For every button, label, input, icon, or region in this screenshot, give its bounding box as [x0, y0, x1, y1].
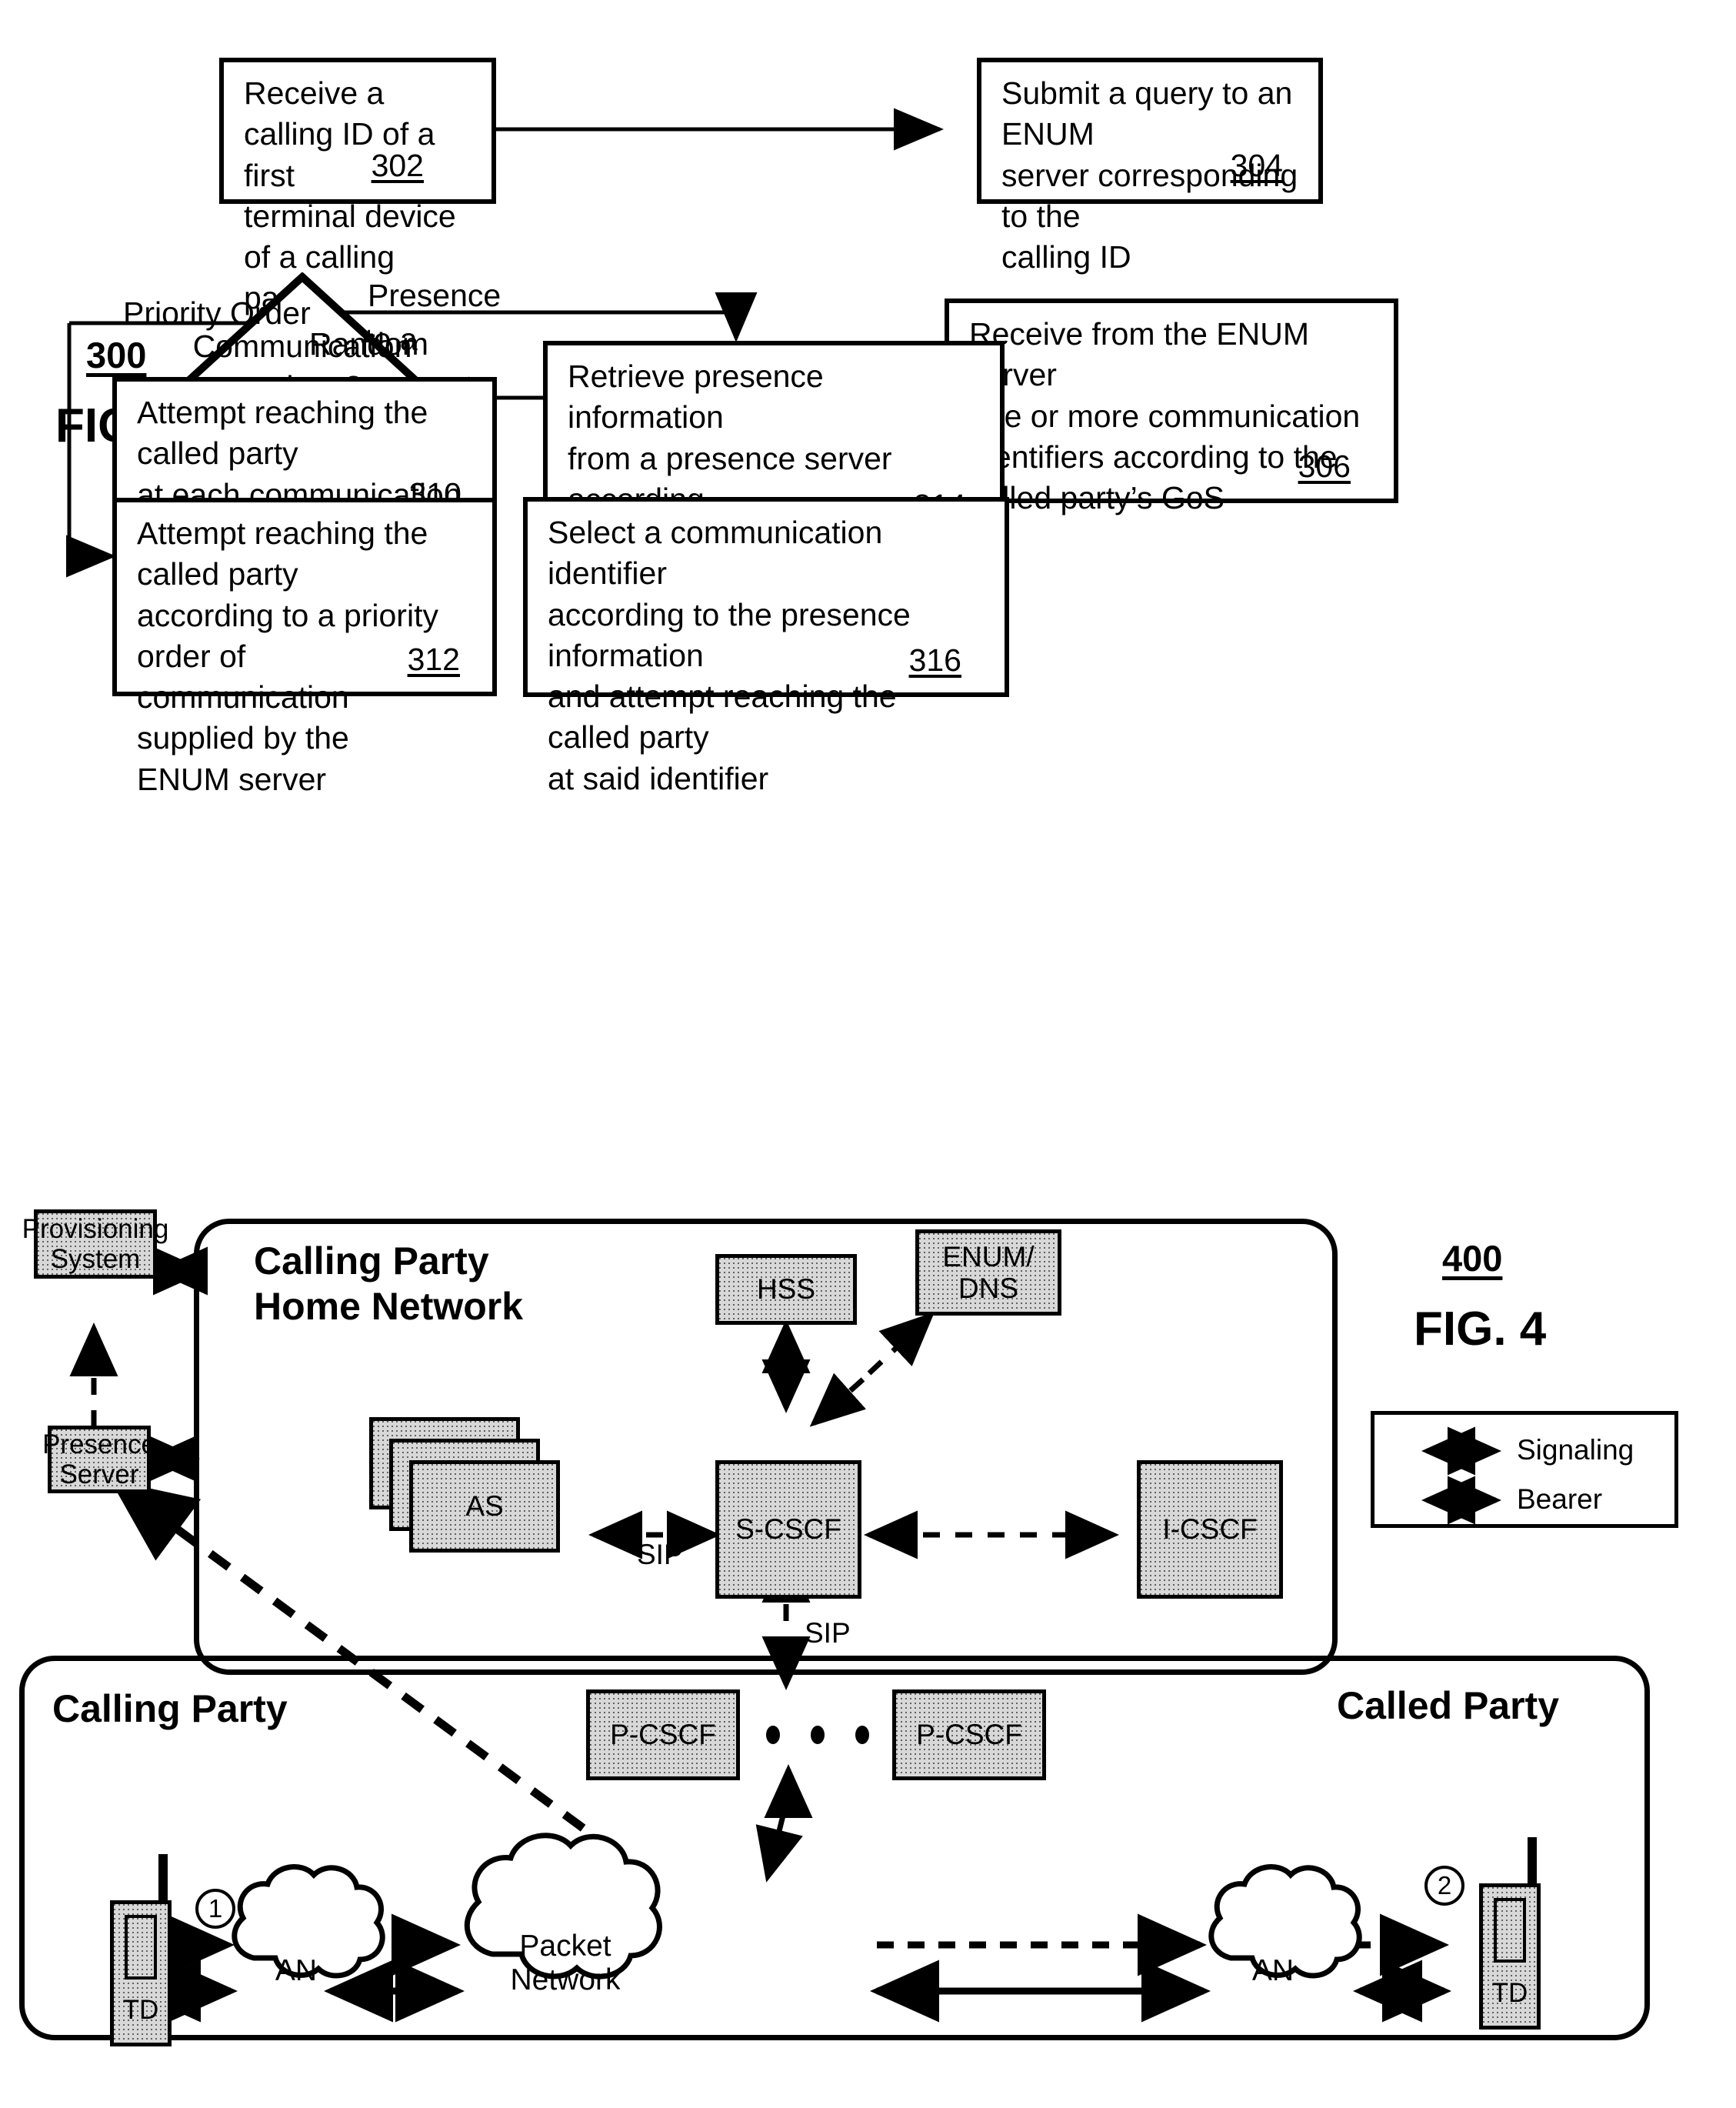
- node-presence-server-label: Presence Server: [42, 1429, 156, 1489]
- figure4-title: FIG. 4: [1414, 1302, 1547, 1356]
- node-td-right-label: TD: [1491, 1978, 1528, 2008]
- node-packet-network-label: Packet Network: [510, 1930, 621, 1996]
- calling-party-label: Calling Party: [52, 1687, 288, 1730]
- node-as-label: AS: [465, 1490, 504, 1523]
- node-s-cscf-label: S-CSCF: [735, 1513, 841, 1546]
- step-number-312: 312: [407, 642, 460, 677]
- step-number-306: 306: [1298, 449, 1351, 484]
- node-td-right: TD: [1479, 1883, 1541, 2030]
- td-right-screen: [1494, 1898, 1526, 1963]
- td-left-screen: [125, 1915, 157, 1980]
- ellipsis-dot-2: [811, 1726, 825, 1744]
- figure4-reference-tag: 400: [1442, 1238, 1503, 1279]
- node-as: AS: [409, 1460, 560, 1553]
- node-p-cscf-left-label: P-CSCF: [610, 1719, 716, 1751]
- node-provisioning-system-label: Provisioning System: [22, 1213, 169, 1274]
- node-s-cscf: S-CSCF: [715, 1460, 861, 1599]
- step-number-302: 302: [371, 148, 424, 183]
- process-box-316: Select a communication identifier accord…: [523, 497, 1009, 796]
- called-party-label: Called Party: [1337, 1684, 1560, 1727]
- step-number-316: 316: [908, 642, 961, 678]
- ellipsis-dot-3: [855, 1726, 869, 1744]
- process-box-302: Receive a calling ID of a first terminal…: [219, 58, 496, 398]
- patent-drawing-sheet: Receive a calling ID of a first terminal…: [0, 0, 1736, 2108]
- figure3-reference-tag: 300: [86, 335, 147, 375]
- node-enum-dns: ENUM/ DNS: [915, 1229, 1061, 1316]
- legend-label-bearer: Bearer: [1517, 1483, 1603, 1515]
- protocol-label-sip-trunk: SIP: [805, 1617, 851, 1649]
- node-an-right-label: AN: [1251, 1954, 1295, 1987]
- process-box-306: Receive from the ENUM server one or more…: [945, 299, 1398, 515]
- step-marker-1: 1: [195, 1889, 235, 1929]
- node-hss-label: HSS: [756, 1273, 816, 1306]
- process-box-306-text: Receive from the ENUM server one or more…: [969, 316, 1361, 516]
- process-box-312: Attempt reaching the called party accord…: [112, 498, 497, 797]
- branch-label-random: Random: [309, 326, 428, 362]
- node-an-left-label: AN: [275, 1954, 318, 1987]
- node-p-cscf-right: P-CSCF: [892, 1689, 1046, 1780]
- legend-label-signaling: Signaling: [1517, 1434, 1634, 1466]
- branch-label-presence: Presence: [368, 278, 501, 313]
- ellipsis-dot-1: [766, 1726, 780, 1744]
- process-box-304: Submit a query to an ENUM server corresp…: [977, 58, 1323, 275]
- node-p-cscf-right-label: P-CSCF: [916, 1719, 1022, 1751]
- node-hss: HSS: [715, 1254, 857, 1325]
- protocol-label-sip-as: SIP: [637, 1539, 683, 1570]
- node-provisioning-system: Provisioning System: [22, 1209, 168, 1279]
- node-i-cscf-label: I-CSCF: [1162, 1513, 1258, 1546]
- node-i-cscf: I-CSCF: [1137, 1460, 1283, 1599]
- branch-label-priority-order: Priority Order: [123, 295, 311, 331]
- node-presence-server: Presence Server: [42, 1426, 156, 1493]
- node-enum-dns-label: ENUM/ DNS: [942, 1240, 1035, 1304]
- step-marker-2: 2: [1424, 1866, 1464, 1906]
- node-td-left-label: TD: [122, 1995, 159, 2025]
- node-p-cscf-left: P-CSCF: [586, 1689, 740, 1780]
- calling-party-home-network-title: Calling Party Home Network: [254, 1239, 524, 1328]
- step-number-304: 304: [1230, 148, 1283, 183]
- node-td-left: TD: [110, 1900, 172, 2046]
